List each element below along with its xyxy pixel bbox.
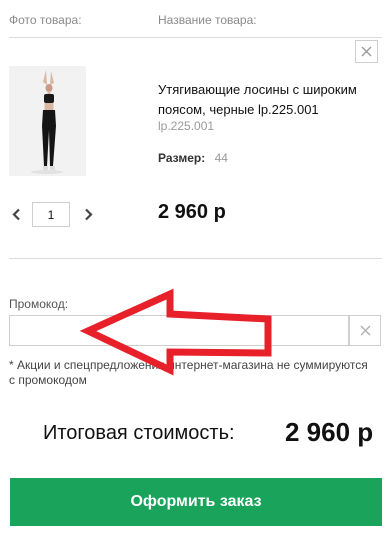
promo-note: * Акции и спецпредложения интернет-магаз…: [9, 358, 368, 387]
total-label: Итоговая стоимость:: [43, 422, 235, 444]
chevron-left-icon: [11, 208, 20, 220]
total-value: 2 960 р: [285, 417, 374, 447]
promo-clear-button[interactable]: [349, 315, 381, 346]
promo-code-input[interactable]: [9, 315, 349, 346]
remove-item-button[interactable]: [355, 40, 378, 63]
name-column-header: Название товара:: [158, 13, 257, 27]
product-photo-image: [9, 66, 86, 176]
decrease-quantity-button[interactable]: [10, 206, 22, 222]
header-divider: [9, 37, 382, 38]
item-price: 2 960 р: [158, 201, 226, 223]
product-sku: lp.225.001: [158, 119, 215, 133]
product-name[interactable]: Утягивающие лосины с широким поясом, чер…: [158, 80, 378, 120]
photo-column-header: Фото товара:: [9, 13, 82, 27]
clear-icon: [360, 325, 370, 336]
promo-label: Промокод:: [9, 297, 69, 311]
size-value: 44: [214, 151, 228, 165]
quantity-input[interactable]: [32, 202, 70, 227]
close-icon: [361, 46, 372, 57]
product-photo[interactable]: [9, 66, 86, 176]
size-label: Размер:: [158, 151, 206, 165]
chevron-right-icon: [84, 208, 93, 220]
increase-quantity-button[interactable]: [82, 206, 94, 222]
place-order-button[interactable]: Оформить заказ: [10, 478, 382, 526]
section-divider: [9, 258, 382, 259]
size-row: Размер: 44: [158, 151, 228, 165]
